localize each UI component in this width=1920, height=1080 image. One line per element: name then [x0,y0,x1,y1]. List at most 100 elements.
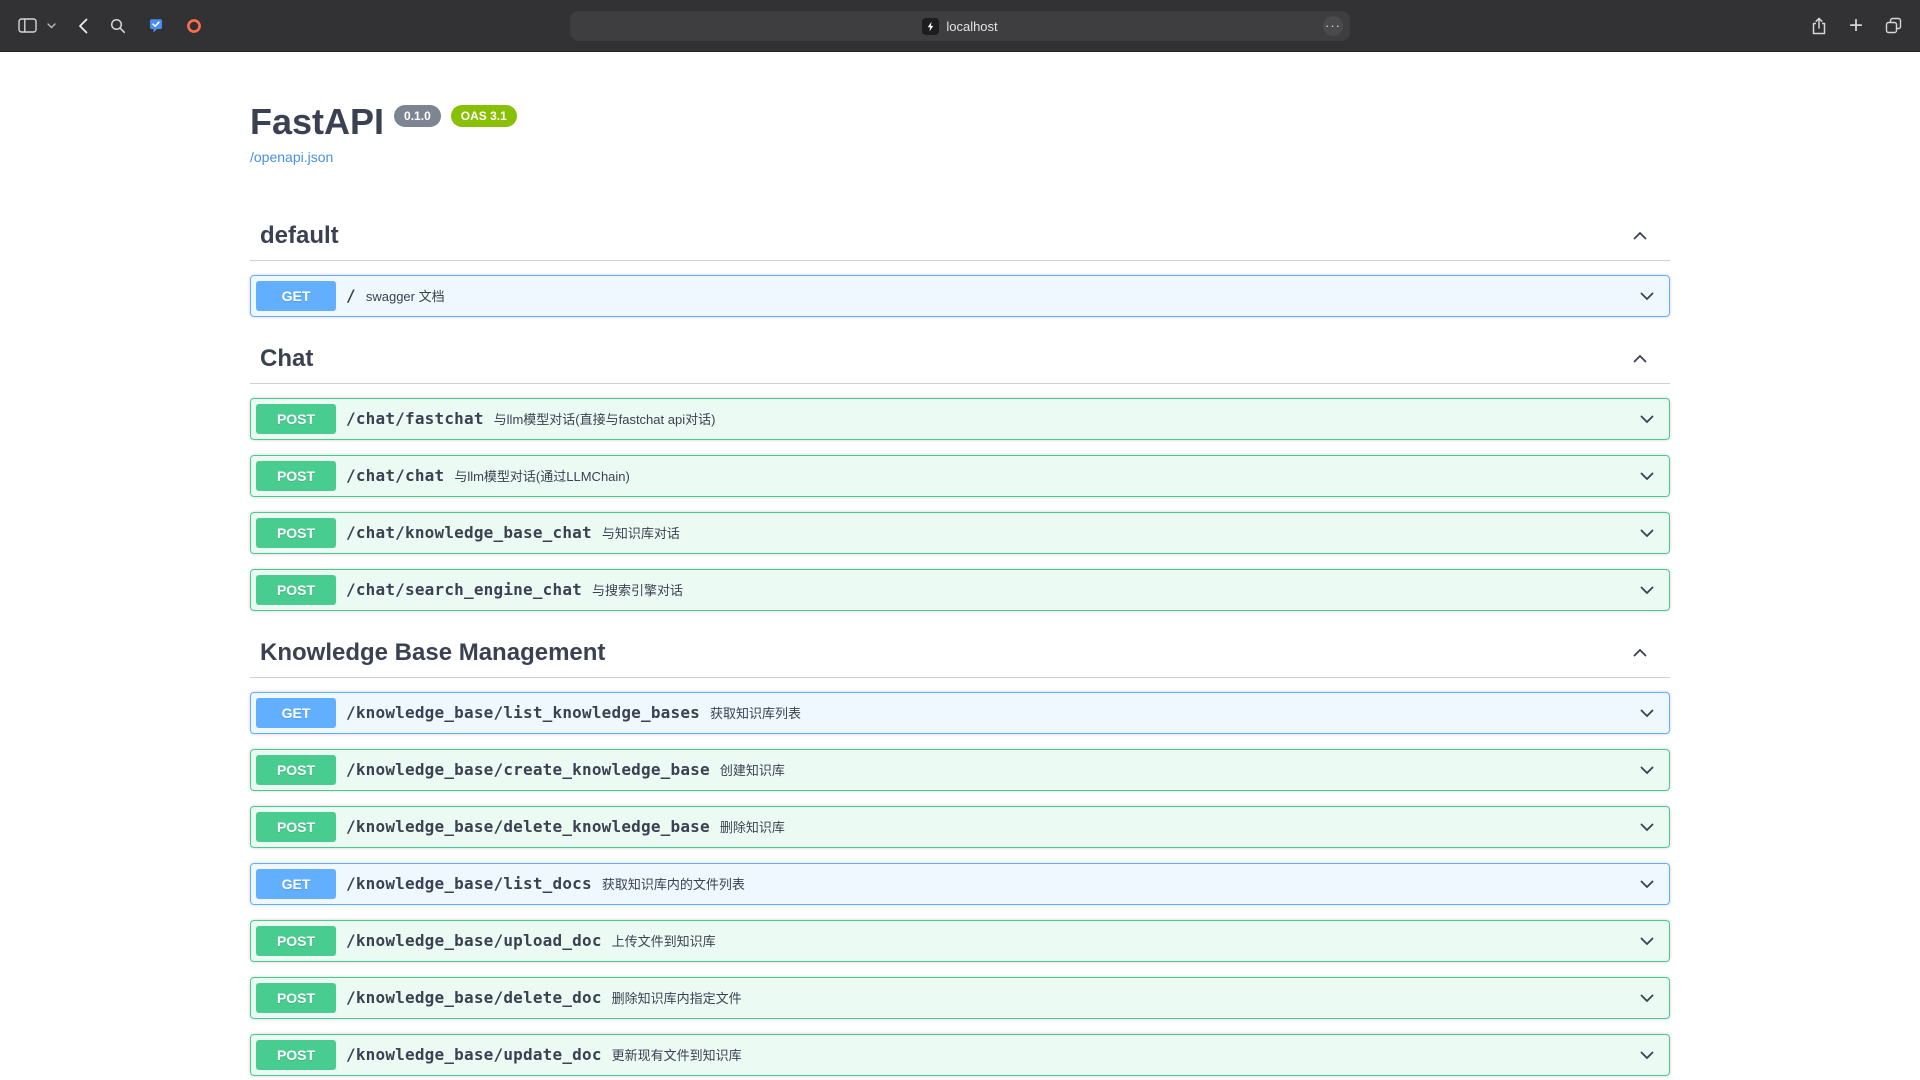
expand-chevron-down-icon[interactable] [1637,703,1659,723]
operation-path: /chat/fastchat [336,409,494,428]
lightning-icon [925,21,936,32]
operation-row[interactable]: POST /knowledge_base/create_knowledge_ba… [250,749,1670,791]
operation-row[interactable]: POST /chat/chat 与llm模型对话(通过LLMChain) [250,455,1670,497]
collapse-chevron-up-icon[interactable] [1630,226,1650,246]
tab-overview-button[interactable] [1883,15,1904,36]
method-badge: POST [256,461,336,491]
expand-chevron-down-icon[interactable] [1637,286,1659,306]
method-badge: POST [256,926,336,956]
operation-summary: 与llm模型对话(直接与fastchat api对话) [494,409,716,428]
operation-row[interactable]: GET /knowledge_base/list_docs 获取知识库内的文件列… [250,863,1670,905]
section-header-chat[interactable]: Chat [250,335,1670,384]
operation-path: /knowledge_base/list_knowledge_bases [336,703,710,722]
operation-path: /knowledge_base/list_docs [336,874,602,893]
operation-path: /knowledge_base/update_doc [336,1045,612,1064]
extension-orange-icon [186,18,202,34]
extension-blue-icon [148,18,164,34]
expand-chevron-down-icon[interactable] [1637,931,1659,951]
expand-chevron-down-icon[interactable] [1637,817,1659,837]
operation-row[interactable]: GET / swagger 文档 [250,275,1670,317]
operation-row[interactable]: POST /chat/fastchat 与llm模型对话(直接与fastchat… [250,398,1670,440]
operation-row[interactable]: POST /knowledge_base/delete_knowledge_ba… [250,806,1670,848]
expand-chevron-down-icon[interactable] [1637,760,1659,780]
operation-summary: 获取知识库列表 [710,703,801,722]
extension-blue-button[interactable] [146,16,166,36]
operation-path: /knowledge_base/delete_doc [336,988,612,1007]
site-icon [922,18,939,35]
new-tab-button[interactable]: + [1847,14,1865,38]
method-badge: POST [256,755,336,785]
operation-path: /chat/chat [336,466,454,485]
search-button[interactable] [108,16,128,36]
operation-path: /knowledge_base/create_knowledge_base [336,760,720,779]
section-header-default[interactable]: default [250,212,1670,261]
section-title: Chat [260,345,313,373]
page-settings-icon[interactable]: ··· [1323,16,1343,36]
expand-chevron-down-icon[interactable] [1637,523,1659,543]
back-button[interactable] [76,16,90,36]
method-badge: POST [256,404,336,434]
section-header-knowledge-base-management[interactable]: Knowledge Base Management [250,629,1670,678]
method-badge: GET [256,869,336,899]
sidebar-chevron-button[interactable] [45,21,58,31]
expand-chevron-down-icon[interactable] [1637,466,1659,486]
method-badge: GET [256,281,336,311]
operation-summary: 上传文件到知识库 [612,931,716,950]
expand-chevron-down-icon[interactable] [1637,409,1659,429]
method-badge: POST [256,518,336,548]
chevron-left-icon [78,18,88,34]
operation-summary: 与llm模型对话(通过LLMChain) [454,466,630,485]
section-title: default [260,222,339,250]
operation-row[interactable]: GET /knowledge_base/list_knowledge_bases… [250,692,1670,734]
collapse-chevron-up-icon[interactable] [1630,643,1650,663]
chevron-down-icon [47,23,56,29]
share-icon [1811,17,1827,35]
toolbar-right-group: + [1809,14,1904,38]
operation-summary: swagger 文档 [366,286,445,305]
method-badge: POST [256,575,336,605]
api-info: FastAPI 0.1.0 OAS 3.1 /openapi.json [250,102,1670,167]
url-text: localhost [946,19,997,34]
method-badge: GET [256,698,336,728]
operation-summary: 与搜索引擎对话 [592,580,683,599]
oas-badge: OAS 3.1 [451,105,517,127]
operation-summary: 获取知识库内的文件列表 [602,874,745,893]
expand-chevron-down-icon[interactable] [1637,1045,1659,1065]
collapse-chevron-up-icon[interactable] [1630,349,1650,369]
expand-chevron-down-icon[interactable] [1637,988,1659,1008]
expand-chevron-down-icon[interactable] [1637,874,1659,894]
section-operations-default: GET / swagger 文档 [250,261,1670,317]
page-title: FastAPI [250,102,384,142]
version-badge: 0.1.0 [394,105,441,127]
share-button[interactable] [1809,15,1829,37]
address-bar[interactable]: localhost ··· [570,11,1350,41]
operation-summary: 删除知识库内指定文件 [612,988,742,1007]
operation-summary: 创建知识库 [720,760,785,779]
operation-path: / [336,286,366,305]
operation-summary: 删除知识库 [720,817,785,836]
section-title: Knowledge Base Management [260,639,605,667]
operation-path: /knowledge_base/upload_doc [336,931,612,950]
method-badge: POST [256,812,336,842]
sidebar-icon [18,18,37,33]
toolbar-left-group [16,16,204,36]
page-content: FastAPI 0.1.0 OAS 3.1 /openapi.json defa… [0,52,1920,1080]
tabs-icon [1885,17,1902,34]
operation-row[interactable]: POST /knowledge_base/upload_doc 上传文件到知识库 [250,920,1670,962]
operation-row[interactable]: POST /chat/knowledge_base_chat 与知识库对话 [250,512,1670,554]
extension-orange-button[interactable] [184,16,204,36]
operation-row[interactable]: POST /knowledge_base/delete_doc 删除知识库内指定… [250,977,1670,1019]
section-operations-knowledge-base: GET /knowledge_base/list_knowledge_bases… [250,678,1670,1080]
operation-path: /chat/knowledge_base_chat [336,523,602,542]
section-operations-chat: POST /chat/fastchat 与llm模型对话(直接与fastchat… [250,384,1670,611]
operation-path: /knowledge_base/delete_knowledge_base [336,817,720,836]
plus-icon: + [1849,16,1863,36]
operation-row[interactable]: POST /knowledge_base/update_doc 更新现有文件到知… [250,1034,1670,1076]
operation-summary: 更新现有文件到知识库 [612,1045,742,1064]
operation-row[interactable]: POST /chat/search_engine_chat 与搜索引擎对话 [250,569,1670,611]
sidebar-toggle-button[interactable] [16,16,39,35]
openapi-spec-link[interactable]: /openapi.json [250,149,333,165]
search-icon [110,18,126,34]
method-badge: POST [256,1040,336,1070]
expand-chevron-down-icon[interactable] [1637,580,1659,600]
